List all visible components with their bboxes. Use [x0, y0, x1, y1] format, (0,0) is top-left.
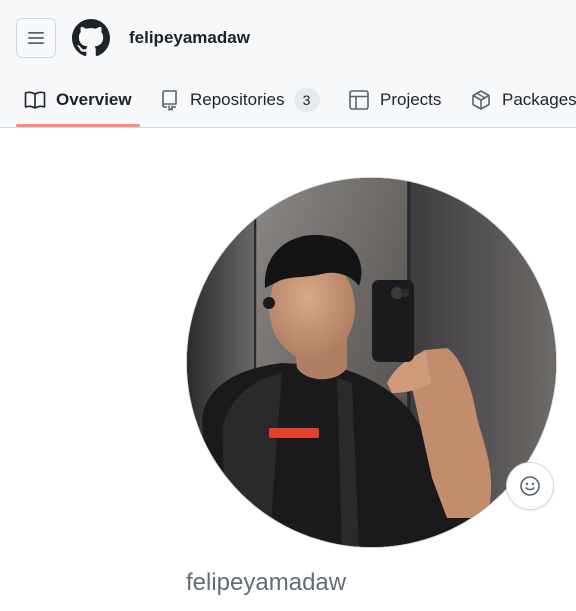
profile-avatar[interactable] [186, 177, 557, 548]
tab-overview[interactable]: Overview [24, 72, 132, 128]
tab-projects[interactable]: Projects [348, 72, 441, 128]
tab-overview-label: Overview [56, 90, 132, 109]
profile-tabs: Overview Repositories 3 Projects Package… [0, 72, 576, 128]
tab-repositories[interactable]: Repositories 3 [160, 72, 320, 128]
tab-packages-label: Packages [502, 90, 576, 109]
repositories-count-badge: 3 [293, 88, 320, 112]
avatar-photo [187, 178, 556, 547]
smiley-icon [520, 476, 540, 496]
app-header: felipeyamadaw Overview Repositories 3 Pr… [0, 0, 576, 128]
set-status-button[interactable] [506, 462, 554, 510]
tab-repositories-label: Repositories [190, 90, 285, 109]
tab-packages[interactable]: Packages [470, 72, 576, 128]
header-username[interactable]: felipeyamadaw [129, 28, 250, 48]
hamburger-icon [28, 32, 44, 44]
table-icon [349, 90, 369, 110]
active-tab-indicator [16, 124, 140, 127]
package-icon [472, 90, 490, 110]
tab-projects-label: Projects [380, 90, 442, 109]
profile-login: felipeyamadaw [186, 569, 347, 596]
book-icon [24, 91, 46, 109]
github-mark-icon[interactable] [72, 19, 110, 57]
menu-button[interactable] [16, 18, 56, 58]
repo-icon [162, 90, 177, 111]
